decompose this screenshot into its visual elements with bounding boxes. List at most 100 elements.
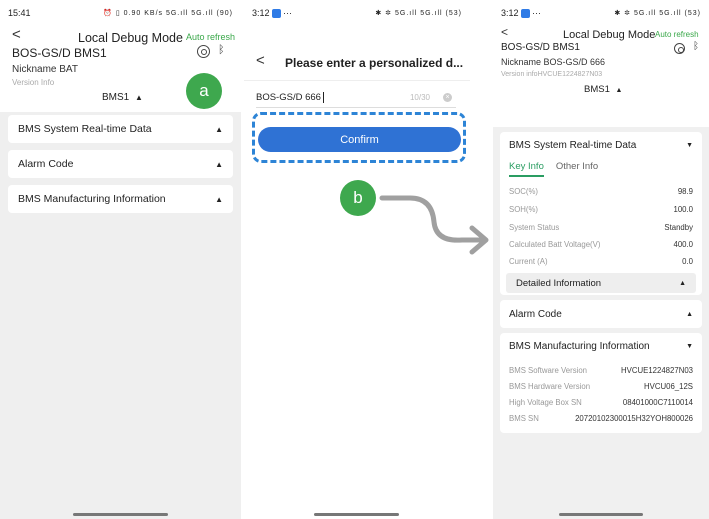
kv-row: BMS SN 20720102300015H32YOH800026	[509, 414, 693, 423]
back-icon[interactable]: <	[501, 25, 508, 39]
status-time: 15:41	[8, 8, 31, 18]
phone-screen-b: 3:12 ··· ✱ ✲ 5G.ıll 5G.ıll (53) < Please…	[244, 0, 470, 519]
section-label: BMS System Real-time Data	[509, 140, 637, 151]
kv-key: SOC(%)	[509, 187, 539, 196]
nickname-label[interactable]: Nickname BOS-GS/D 666	[501, 57, 605, 67]
kv-key: BMS SN	[509, 414, 539, 423]
detailed-label: Detailed Information	[516, 277, 602, 289]
status-time-text: 3:12	[252, 7, 270, 18]
caret-up-icon: ▲	[215, 159, 223, 169]
caret-down-icon: ▼	[686, 343, 693, 350]
status-time-text: 3:12	[501, 7, 519, 18]
home-indicator	[73, 513, 168, 516]
section-manufacturing-info[interactable]: BMS Manufacturing Information ▲	[8, 185, 233, 213]
home-indicator	[314, 513, 399, 516]
section-header[interactable]: Alarm Code ▲	[509, 309, 693, 320]
clear-icon[interactable]: ×	[443, 93, 452, 102]
kv-row: Calculated Batt Voltage(V) 400.0	[509, 240, 693, 249]
tab-key-info[interactable]: Key Info	[509, 161, 544, 177]
kv-row: System Status Standby	[509, 223, 693, 232]
kv-value: 98.9	[677, 187, 693, 196]
kv-value: 400.0	[673, 240, 693, 249]
nickname-label[interactable]: Nickname BAT	[12, 64, 78, 75]
tab-other-info[interactable]: Other Info	[556, 161, 598, 177]
kv-row: High Voltage Box SN 08401000C7110014	[509, 398, 693, 407]
caret-down-icon: ▼	[686, 142, 693, 149]
confirm-button[interactable]: Confirm	[258, 127, 461, 152]
status-bar: 3:12 ··· ✱ ✲ 5G.ıll 5G.ıll (53)	[501, 6, 701, 20]
settings-icon[interactable]	[197, 45, 210, 58]
app-icon	[271, 9, 281, 19]
kv-key: High Voltage Box SN	[509, 398, 582, 407]
kv-key: Current (A)	[509, 257, 548, 266]
status-bar: 15:41 ⏰ ▯ 0.90 KB/s 5G.ıll 5G.ıll (90)	[8, 6, 233, 20]
detailed-information-toggle[interactable]: Detailed Information ▲	[506, 273, 696, 293]
back-icon[interactable]: <	[12, 26, 21, 43]
kv-value: 0.0	[682, 257, 693, 266]
kv-value: 100.0	[673, 205, 693, 214]
section-realtime-data[interactable]: BMS System Real-time Data ▲	[8, 115, 233, 143]
status-icons: ✱ ✲ 5G.ıll 5G.ıll (53)	[614, 10, 701, 17]
kv-value: Standby	[664, 223, 693, 232]
status-time: 3:12 ···	[501, 7, 542, 19]
caret-up-icon: ▲	[679, 279, 686, 287]
kv-value: HVCU06_12S	[644, 382, 693, 391]
status-icons: ✱ ✲ 5G.ıll 5G.ıll (53)	[375, 10, 462, 17]
caret-up-icon: ▲	[215, 124, 223, 134]
kv-key: System Status	[509, 223, 560, 232]
nickname-input[interactable]: BOS-GS/D 666 10/30 ×	[256, 88, 456, 108]
auto-refresh-toggle[interactable]: Auto refresh	[655, 30, 699, 39]
page-title: Local Debug Mode	[563, 29, 656, 41]
nickname-input-value: BOS-GS/D 666	[256, 92, 321, 103]
section-header[interactable]: BMS System Real-time Data ▼	[509, 140, 693, 151]
bms-selector-label: BMS1	[102, 92, 130, 103]
section-label: BMS Manufacturing Information	[18, 193, 166, 205]
auto-refresh-toggle[interactable]: Auto refresh	[186, 32, 235, 42]
bluetooth-icon: ᛒ	[693, 41, 699, 52]
kv-row: Current (A) 0.0	[509, 257, 693, 266]
section-label: BMS Manufacturing Information	[509, 341, 650, 352]
kv-key: BMS Hardware Version	[509, 382, 591, 391]
section-header[interactable]: BMS Manufacturing Information ▼	[509, 341, 693, 352]
step-badge-a: a	[186, 73, 222, 109]
step-badge-b: b	[340, 180, 376, 216]
status-bar: 3:12 ··· ✱ ✲ 5G.ıll 5G.ıll (53)	[252, 6, 462, 20]
status-icons: ⏰ ▯ 0.90 KB/s 5G.ıll 5G.ıll (90)	[103, 10, 233, 17]
kv-key: BMS Software Version	[509, 366, 588, 375]
home-indicator	[559, 513, 643, 516]
back-icon[interactable]: <	[256, 52, 265, 69]
caret-up-icon: ▲	[686, 311, 693, 318]
phone-screen-c: 3:12 ··· ✱ ✲ 5G.ıll 5G.ıll (53) < Local …	[493, 0, 709, 519]
flow-arrow-icon	[379, 195, 489, 255]
version-info: Version Info	[12, 78, 55, 87]
text-cursor	[322, 92, 324, 103]
char-counter: 10/30	[409, 93, 430, 102]
kv-row: BMS Software Version HVCUE1224827N03	[509, 366, 693, 375]
caret-up-icon: ▲	[215, 194, 223, 204]
bms-selector-caret-icon: ▲	[615, 87, 623, 94]
bms-selector[interactable]: BMS1 ▲	[102, 92, 143, 103]
status-time: 3:12 ···	[252, 7, 293, 19]
bms-selector-label: BMS1	[584, 84, 610, 95]
section-label: Alarm Code	[18, 158, 74, 170]
version-info: Version infoHVCUE1224827N03	[501, 71, 603, 78]
page-title: Please enter a personalized d...	[285, 56, 464, 70]
kv-row: SOH(%) 100.0	[509, 205, 693, 214]
device-name: BOS-GS/D BMS1	[12, 46, 107, 60]
kv-key: Calculated Batt Voltage(V)	[509, 240, 601, 249]
device-name: BOS-GS/D BMS1	[501, 42, 580, 53]
app-icon	[520, 9, 530, 19]
divider	[244, 80, 470, 81]
kv-value: 20720102300015H32YOH800026	[575, 414, 693, 423]
kv-row: SOC(%) 98.9	[509, 187, 693, 196]
section-label: BMS System Real-time Data	[18, 123, 152, 135]
settings-icon[interactable]	[674, 43, 685, 54]
section-alarm-code[interactable]: Alarm Code ▲	[8, 150, 233, 178]
bms-selector-caret-icon: ▲	[135, 93, 143, 102]
kv-value: HVCUE1224827N03	[621, 366, 693, 375]
bluetooth-icon: ᛒ	[218, 44, 225, 56]
bms-selector[interactable]: BMS1 ▲	[584, 84, 622, 95]
kv-key: SOH(%)	[509, 205, 539, 214]
section-label: Alarm Code	[509, 309, 562, 320]
page-title: Local Debug Mode	[78, 31, 183, 45]
